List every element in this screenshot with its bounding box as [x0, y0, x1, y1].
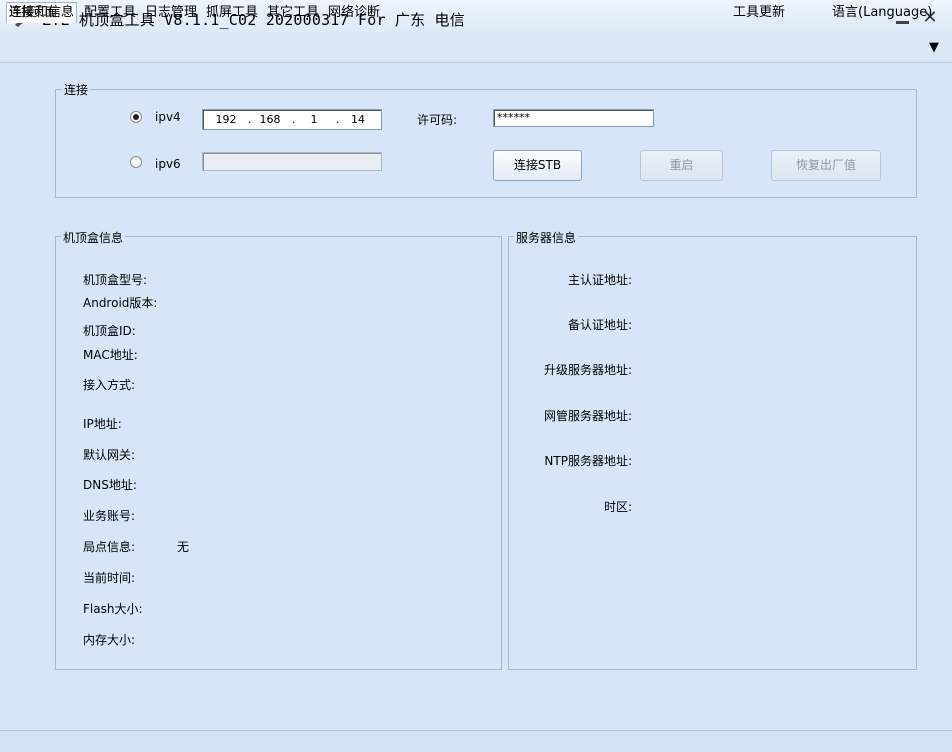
service-account-label: 业务账号:: [83, 509, 136, 523]
ip-dot: .: [248, 113, 252, 126]
ipv4-octet-3[interactable]: 1: [299, 113, 329, 126]
upgrade-server-address-label: 升级服务器地址:: [543, 363, 632, 377]
status-text: 连接页面: [9, 5, 58, 19]
language-menu[interactable]: 语言(Language): [830, 3, 934, 23]
ipv6-address-input[interactable]: [202, 152, 382, 171]
backup-auth-address-label: 备认证地址:: [567, 318, 632, 332]
primary-auth-address-label: 主认证地址:: [567, 273, 632, 287]
ipv4-address-input[interactable]: 192 . 168 . 1 . 14: [202, 109, 382, 130]
dns-address-label: DNS地址:: [83, 478, 137, 492]
nms-server-address-label: 网管服务器地址:: [543, 409, 632, 423]
access-mode-label: 接入方式:: [83, 378, 136, 392]
tab-screenshot-tools[interactable]: 抓屏工具: [204, 3, 260, 23]
ipv4-octet-1[interactable]: 192: [211, 113, 241, 126]
tab-network-diagnosis[interactable]: 网络诊断: [326, 3, 382, 23]
default-gateway-label: 默认网关:: [83, 448, 136, 462]
ip-dot: .: [292, 113, 296, 126]
ip-dot: .: [336, 113, 340, 126]
ip-address-label: IP地址:: [83, 417, 122, 431]
ntp-server-address-label: NTP服务器地址:: [544, 454, 632, 468]
connect-stb-button[interactable]: 连接STB: [493, 150, 582, 181]
status-bar: [0, 730, 952, 752]
menu-bar: [0, 36, 952, 63]
android-version-label: Android版本:: [83, 296, 158, 310]
license-code-input[interactable]: ******: [493, 109, 654, 127]
tab-other-tools[interactable]: 其它工具: [265, 3, 321, 23]
mac-address-label: MAC地址:: [83, 348, 138, 362]
ipv4-octet-4[interactable]: 14: [343, 113, 373, 126]
connection-group-title: 连接: [62, 81, 91, 98]
stb-info-group-title: 机顶盒信息: [61, 229, 126, 246]
memory-size-label: 内存大小:: [83, 633, 136, 647]
chevron-down-icon[interactable]: ▼: [929, 40, 939, 55]
stb-model-label: 机顶盒型号:: [83, 273, 148, 287]
server-info-group-title: 服务器信息: [514, 229, 579, 246]
tab-log-management[interactable]: 日志管理: [143, 3, 199, 23]
flash-size-label: Flash大小:: [83, 602, 143, 616]
ipv6-label: ipv6: [155, 157, 181, 171]
connection-group: [55, 89, 917, 198]
ipv4-octet-2[interactable]: 168: [255, 113, 285, 126]
ipv6-radio[interactable]: [130, 156, 142, 168]
restart-button[interactable]: 重启: [640, 150, 723, 181]
timezone-label: 时区:: [603, 500, 632, 514]
ipv4-radio[interactable]: [130, 111, 142, 123]
factory-reset-button[interactable]: 恢复出厂值: [771, 150, 881, 181]
site-info-value: 无: [177, 540, 190, 554]
ipv4-label: ipv4: [155, 110, 181, 124]
tool-update-link[interactable]: 工具更新: [731, 3, 787, 23]
license-label: 许可码:: [417, 113, 458, 127]
tab-config-tools[interactable]: 配置工具: [82, 3, 138, 23]
stb-id-label: 机顶盒ID:: [83, 324, 136, 338]
current-time-label: 当前时间:: [83, 571, 136, 585]
site-info-label: 局点信息:: [83, 540, 136, 554]
